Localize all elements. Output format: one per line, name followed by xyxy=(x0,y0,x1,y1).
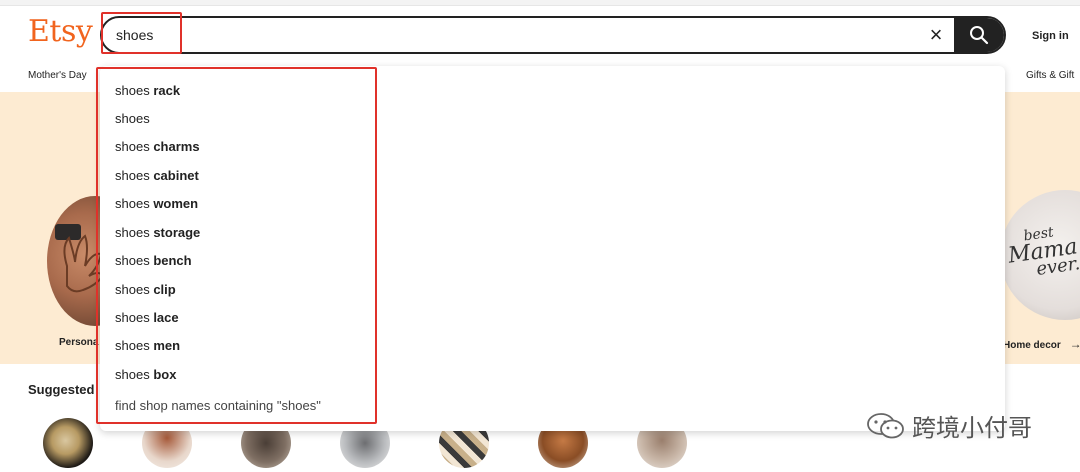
find-shop-names-link[interactable]: find shop names containing "shoes" xyxy=(115,398,321,413)
suggestion-item[interactable]: shoes storage xyxy=(115,225,200,240)
watermark-text: 跨境小付哥 xyxy=(912,414,1032,442)
nav-item-mothers-day[interactable]: Mother's Day xyxy=(28,70,87,81)
search-bar[interactable]: shoes × xyxy=(100,16,1006,54)
hero-label-home-decor[interactable]: Home decor → xyxy=(1003,337,1080,351)
suggestion-item[interactable]: shoes rack xyxy=(115,83,180,98)
suggestion-item[interactable]: shoes cabinet xyxy=(115,168,199,183)
search-icon xyxy=(970,26,989,45)
suggestion-item[interactable]: shoes charms xyxy=(115,139,200,154)
hero-label-personalized[interactable]: Persona xyxy=(59,337,98,348)
suggestion-item[interactable]: shoes box xyxy=(115,367,176,382)
suggestion-item[interactable]: shoes clip xyxy=(115,282,176,297)
mug-lettering: best Mama ever. xyxy=(1006,224,1080,280)
suggested-heading: Suggested xyxy=(28,382,95,397)
suggested-thumb[interactable] xyxy=(43,418,93,468)
search-input[interactable]: shoes xyxy=(116,27,153,43)
nav-item-gifts[interactable]: Gifts & Gift xyxy=(1026,70,1074,81)
watermark: 跨境小付哥 xyxy=(866,408,1032,443)
close-icon[interactable]: × xyxy=(926,24,946,46)
arrow-right-icon: → xyxy=(1069,337,1080,351)
suggestion-item[interactable]: shoes bench xyxy=(115,253,192,268)
suggestion-item[interactable]: shoes men xyxy=(115,338,180,353)
suggestion-item[interactable]: shoes women xyxy=(115,196,198,211)
sign-in-link[interactable]: Sign in xyxy=(1032,30,1069,42)
etsy-logo[interactable]: Etsy xyxy=(28,14,93,49)
search-button[interactable] xyxy=(954,18,1004,52)
search-suggestions-dropdown: shoes rack shoes shoes charms shoes cabi… xyxy=(100,66,1005,431)
wechat-icon xyxy=(867,412,904,438)
suggestion-item[interactable]: shoes lace xyxy=(115,310,179,325)
suggestion-item[interactable]: shoes xyxy=(115,111,150,126)
top-border xyxy=(0,0,1080,6)
